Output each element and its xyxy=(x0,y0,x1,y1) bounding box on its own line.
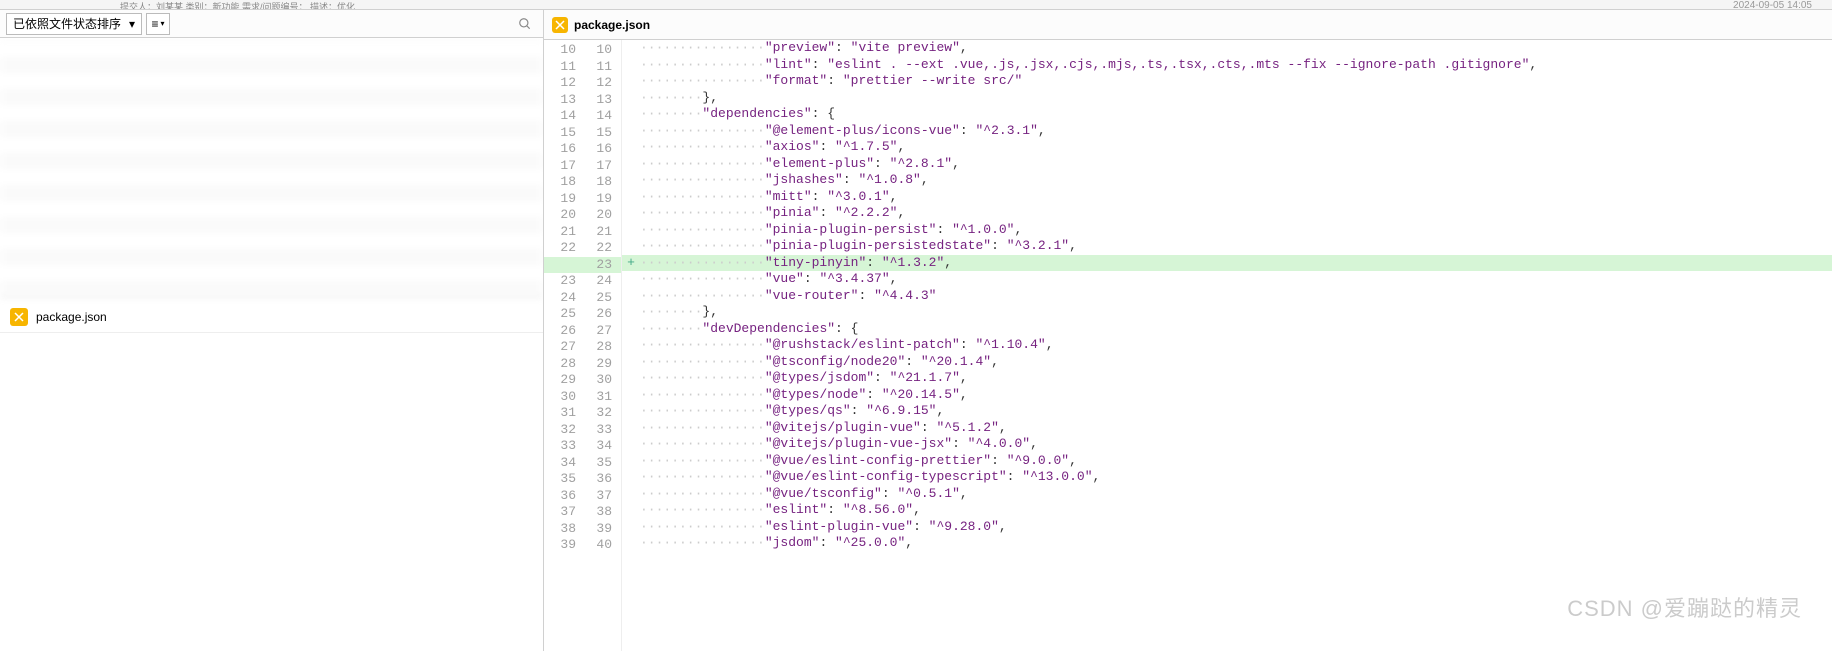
right-panel: package.json 101011111212131314141515161… xyxy=(544,10,1832,651)
left-toolbar: 已依照文件状态排序 ▾ ≡ ▾ xyxy=(0,10,543,38)
left-panel: 已依照文件状态排序 ▾ ≡ ▾ package.json xyxy=(0,10,544,651)
blurred-content xyxy=(0,38,543,298)
tab-label: package.json xyxy=(574,18,650,32)
code-content[interactable]: ················"preview": "vite preview… xyxy=(640,40,1832,651)
diff-marker-column: + xyxy=(622,40,640,651)
json-file-icon xyxy=(552,17,568,33)
search-button[interactable] xyxy=(513,13,537,35)
list-view-button[interactable]: ≡ ▾ xyxy=(146,13,170,35)
tab-bar: package.json xyxy=(544,10,1832,40)
sort-dropdown[interactable]: 已依照文件状态排序 ▾ xyxy=(6,13,142,35)
chevron-down-icon: ▾ xyxy=(129,17,135,31)
file-name-label: package.json xyxy=(36,310,107,324)
chevron-down-icon: ▾ xyxy=(161,19,165,28)
line-gutter: 1010111112121313141415151616171718181919… xyxy=(544,40,622,651)
json-file-icon xyxy=(10,308,28,326)
search-icon xyxy=(518,17,532,31)
list-icon: ≡ xyxy=(152,17,159,31)
timestamp: 2024-09-05 14:05 xyxy=(1733,0,1812,11)
file-list-item[interactable]: package.json xyxy=(0,302,543,333)
file-list: package.json xyxy=(0,38,543,651)
tab-package-json[interactable]: package.json xyxy=(552,17,650,33)
header-strip: 提交人：刘某某 类别：新功能 需求/问题编号： 描述：优化... xyxy=(0,0,1832,10)
diff-editor[interactable]: 1010111112121313141415151616171718181919… xyxy=(544,40,1832,651)
